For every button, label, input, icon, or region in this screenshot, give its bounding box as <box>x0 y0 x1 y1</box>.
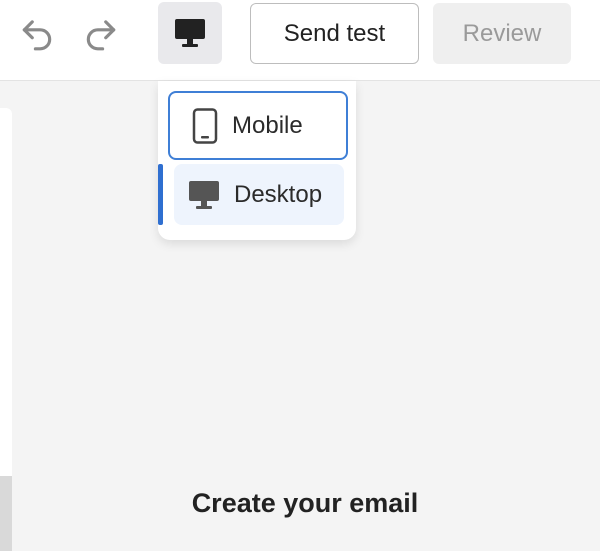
menu-item-desktop-label: Desktop <box>234 180 323 208</box>
redo-icon <box>86 20 116 51</box>
redo-button[interactable] <box>80 12 122 54</box>
device-preview-menu: Mobile Desktop <box>158 81 356 240</box>
desktop-icon <box>175 19 205 47</box>
mobile-icon <box>192 107 218 144</box>
undo-icon <box>22 20 52 51</box>
menu-item-mobile[interactable]: Mobile <box>168 91 348 160</box>
canvas-title: Create your email <box>191 488 419 518</box>
desktop-icon <box>188 180 220 210</box>
menu-item-desktop[interactable]: Desktop <box>174 164 344 225</box>
undo-button[interactable] <box>16 12 58 54</box>
send-test-button[interactable]: Send test <box>250 3 419 64</box>
device-preview-toggle[interactable] <box>158 2 222 64</box>
top-toolbar: Send test Review <box>0 0 600 81</box>
review-button[interactable]: Review <box>433 3 571 64</box>
selected-indicator <box>158 164 163 225</box>
menu-item-mobile-label: Mobile <box>232 111 303 139</box>
